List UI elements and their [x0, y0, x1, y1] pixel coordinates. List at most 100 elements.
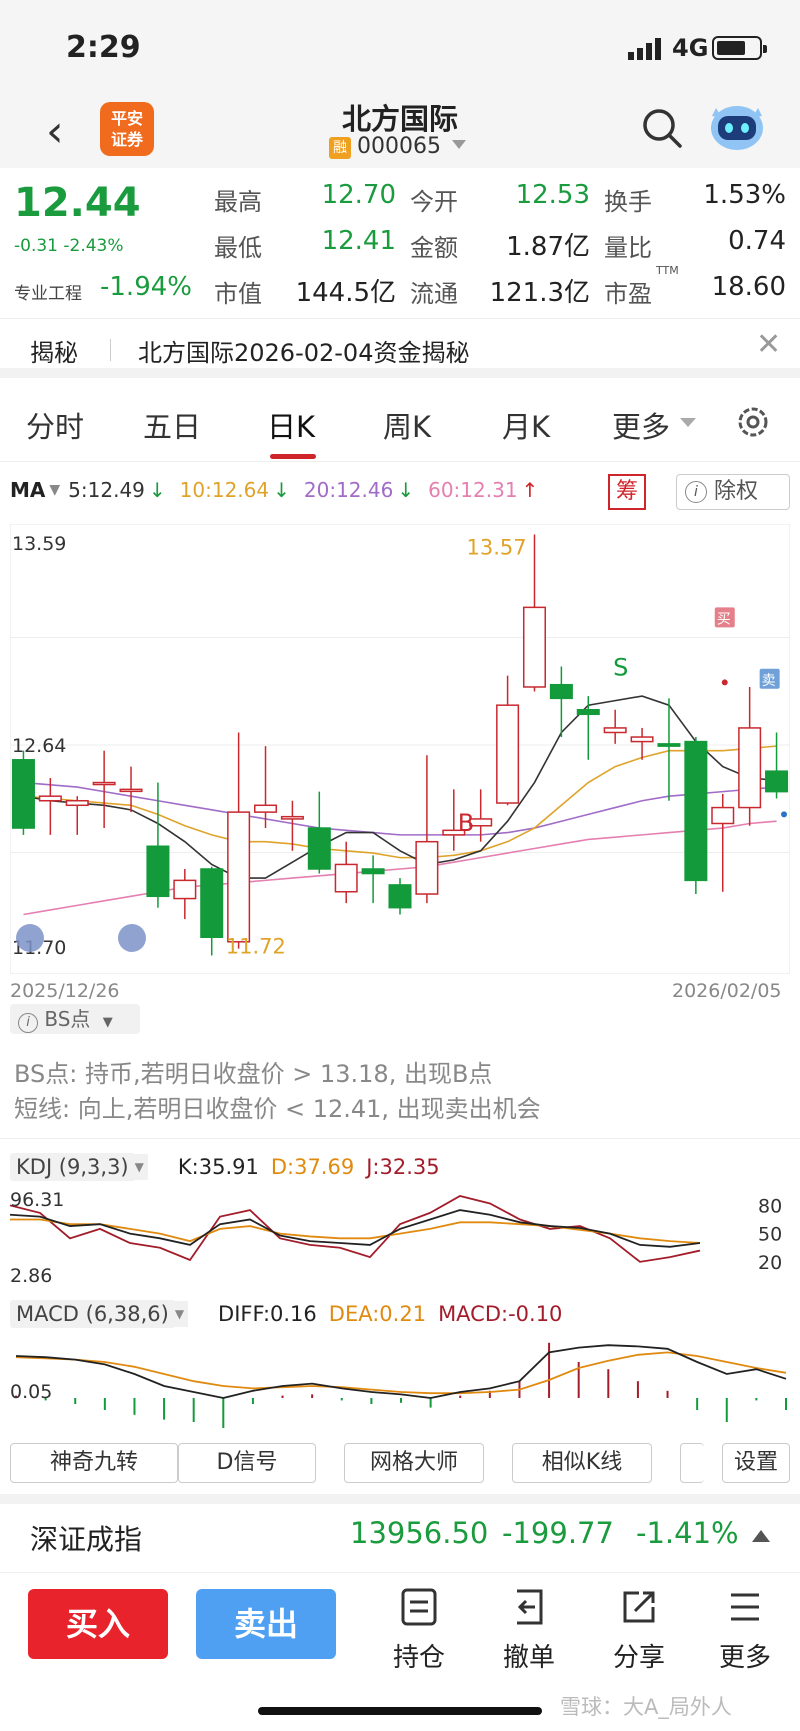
news-banner[interactable]: 揭秘 北方国际2026-02-04资金揭秘 ✕ — [0, 318, 800, 378]
candle-body — [684, 740, 708, 882]
candle-body — [738, 727, 762, 809]
candle-body — [92, 781, 116, 786]
ex-rights-button[interactable]: i 除权 — [676, 474, 790, 510]
stock-code[interactable]: 000065 — [357, 134, 441, 159]
tab-five-day[interactable]: 五日 — [143, 404, 201, 446]
chip-distribution-button[interactable]: 筹 — [608, 474, 646, 510]
kdj-tick-50: 50 — [758, 1224, 782, 1246]
chevron-down-icon: ▼ — [102, 1015, 113, 1030]
ma-value-0: 5:12.49 — [68, 478, 145, 502]
candlestick-chart[interactable]: 13.5912.6411.7013.5711.72BS买卖 — [10, 524, 790, 974]
quote-label-market-cap: 市值 — [214, 280, 262, 308]
quote-label-pe: 市盈 — [604, 280, 652, 308]
document-icon — [401, 1588, 437, 1626]
kdj-y-bottom: 2.86 — [10, 1265, 52, 1286]
bs-hint-line2: 短线: 向上,若明日收盘价 < 12.41, 出现卖出机会 — [14, 1095, 541, 1123]
tool-similar-k[interactable]: 相似K线 — [512, 1443, 652, 1483]
buy-tag: 买 — [717, 611, 731, 627]
sector-label[interactable]: 专业工程 — [14, 279, 82, 304]
candle-body — [549, 683, 573, 700]
cancel-order-label: 撤单 — [502, 1643, 555, 1673]
candle-body — [65, 799, 89, 807]
more-label: 更多 — [718, 1643, 771, 1673]
quote-label-low: 最低 — [214, 234, 262, 262]
ma-arrow-0: ↓ — [148, 478, 166, 502]
chevron-down-icon[interactable] — [452, 140, 466, 149]
index-percent: -1.41% — [636, 1516, 739, 1550]
quote-value-market-cap: 144.5亿 — [295, 278, 396, 308]
tab-intraday[interactable]: 分时 — [26, 404, 84, 446]
more-button[interactable]: 更多 — [700, 1587, 790, 1674]
macd-chart[interactable]: 0.05 — [10, 1328, 790, 1438]
home-indicator[interactable] — [258, 1707, 542, 1715]
ma-label[interactable]: MA — [10, 478, 45, 502]
candle-body — [576, 708, 600, 716]
tool-hidden[interactable] — [680, 1443, 704, 1483]
quote-label-open: 今开 — [410, 188, 458, 216]
undo-icon — [517, 1589, 543, 1625]
tab-more[interactable]: 更多 — [612, 404, 670, 446]
macd-value: MACD:-0.10 — [438, 1302, 563, 1326]
candle-body — [603, 727, 627, 734]
gear-icon[interactable] — [733, 402, 773, 442]
network-type: 4G — [672, 34, 709, 62]
sector-change[interactable]: -1.94% — [100, 272, 192, 302]
macd-dea: DEA:0.21 — [328, 1302, 427, 1326]
info-icon: i — [685, 481, 707, 503]
chevron-down-icon[interactable]: ▼ — [49, 482, 60, 498]
quote-value-low: 12.41 — [321, 226, 396, 256]
current-price: 12.44 — [14, 180, 141, 226]
status-bar: 2:29 4G — [0, 0, 800, 90]
expand-up-icon[interactable] — [752, 1530, 770, 1542]
candle-body — [496, 704, 520, 804]
close-icon[interactable]: ✕ — [756, 327, 781, 362]
buy-button[interactable]: 买入 — [28, 1589, 168, 1659]
macd-label[interactable]: MACD (6,38,6) — [10, 1300, 175, 1328]
tab-weekly-k[interactable]: 周K — [383, 404, 431, 446]
sell-marker: S — [613, 654, 628, 682]
candle-body — [630, 736, 654, 743]
bs-point-selector[interactable]: i BS点 ▼ — [10, 1004, 140, 1034]
tool-d-signal[interactable]: D信号 — [178, 1443, 316, 1483]
quote-value-amount: 1.87亿 — [506, 232, 590, 262]
date-start: 2025/12/26 — [10, 980, 120, 1002]
quote-value-open: 12.53 — [515, 180, 590, 210]
tool-grid-master[interactable]: 网格大师 — [344, 1443, 484, 1483]
tab-daily-k[interactable]: 日K — [267, 404, 315, 446]
candle-body — [200, 868, 224, 938]
kdj-label[interactable]: KDJ (9,3,3) — [10, 1153, 135, 1181]
cancel-order-button[interactable]: 撤单 — [484, 1587, 574, 1674]
ma-value-1: 10:12.64 — [179, 478, 270, 502]
quote-label-float-cap: 流通 — [410, 280, 458, 308]
positions-button[interactable]: 持仓 — [374, 1587, 464, 1674]
ma-arrow-3: ↑ — [521, 478, 539, 502]
share-button[interactable]: 分享 — [594, 1587, 684, 1674]
candle-body — [522, 606, 546, 688]
tool-settings[interactable]: 设置 — [722, 1443, 790, 1483]
quote-label-amount: 金额 — [410, 234, 458, 262]
banner-text[interactable]: 北方国际2026-02-04资金揭秘 — [138, 333, 469, 368]
tab-monthly-k[interactable]: 月K — [502, 404, 550, 446]
chevron-down-icon[interactable]: ▼ — [170, 1301, 189, 1327]
watermark: 雪球：大A_局外人 — [560, 1695, 732, 1719]
assistant-robot-icon[interactable] — [708, 100, 766, 152]
expand-icon — [118, 924, 146, 952]
y-axis-mid: 12.64 — [12, 735, 66, 757]
kdj-chart[interactable]: 96.31 2.86 80 50 20 — [10, 1186, 790, 1286]
chevron-down-icon[interactable] — [680, 418, 696, 427]
status-time: 2:29 — [66, 30, 141, 65]
candle-body — [38, 795, 62, 802]
chevron-down-icon[interactable]: ▼ — [130, 1154, 148, 1180]
min-price-label: 11.72 — [226, 934, 286, 958]
sell-dot — [781, 811, 787, 818]
index-ticker[interactable]: 深证成指 13956.50 -199.77 -1.41% — [0, 1494, 800, 1572]
ex-rights-label: 除权 — [714, 479, 759, 504]
positions-label: 持仓 — [392, 1643, 445, 1673]
tool-magic-nine[interactable]: 神奇九转 — [10, 1443, 178, 1483]
quote-label-turnover: 换手 — [604, 188, 652, 216]
search-icon[interactable] — [640, 106, 684, 150]
sell-button[interactable]: 卖出 — [196, 1589, 336, 1659]
pe-ttm-suffix: TTM — [656, 264, 679, 277]
candle-body — [711, 806, 735, 825]
margin-tag: 融 — [329, 137, 351, 159]
